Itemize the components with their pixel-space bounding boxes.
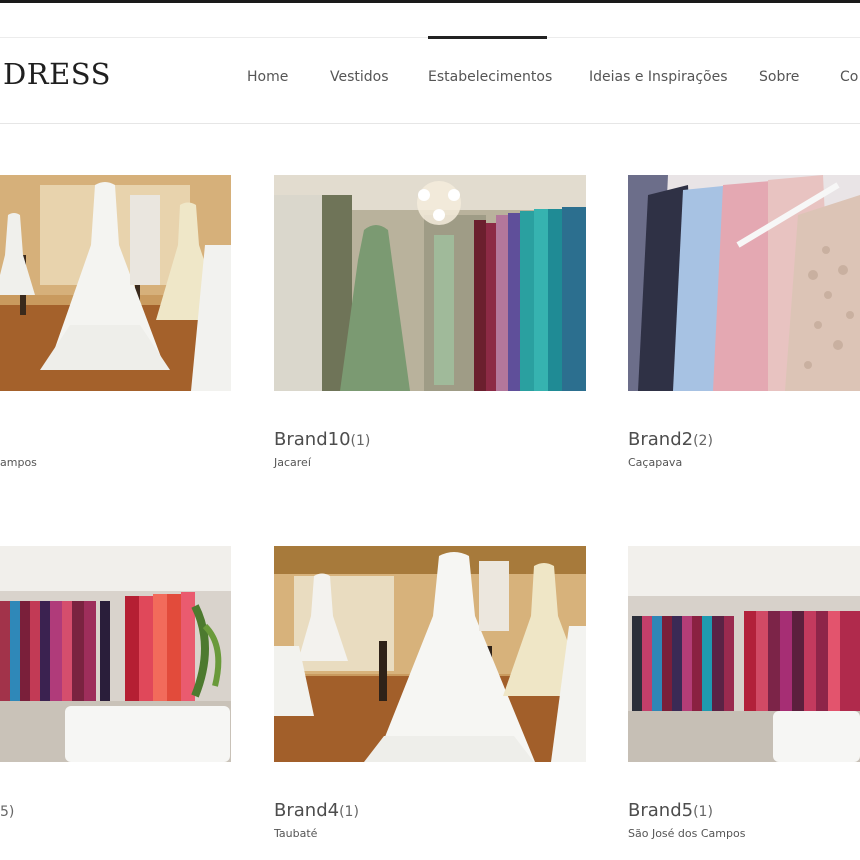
site-logo[interactable]: DRESS bbox=[3, 60, 111, 89]
colorful-dresses-store-image bbox=[628, 546, 860, 762]
store-name[interactable]: Brand10(1) bbox=[274, 431, 370, 449]
store-photo[interactable] bbox=[628, 175, 860, 391]
store-photo[interactable] bbox=[0, 175, 231, 391]
pastel-dresses-rack-image bbox=[628, 175, 860, 391]
store-count: 5) bbox=[0, 804, 15, 820]
nav-contato[interactable]: Co bbox=[840, 70, 858, 84]
store-name[interactable]: 5) bbox=[0, 802, 14, 820]
nav-sobre[interactable]: Sobre bbox=[759, 70, 799, 84]
store-city: Jacareí bbox=[274, 456, 311, 469]
store-city: ampos bbox=[0, 456, 37, 469]
store-name-label: Brand4 bbox=[274, 800, 340, 821]
store-photo[interactable] bbox=[628, 546, 860, 762]
store-name[interactable]: Brand4(1) bbox=[274, 802, 359, 820]
store-city: Taubaté bbox=[274, 827, 318, 840]
store-photo[interactable] bbox=[274, 175, 586, 391]
store-name[interactable]: Brand2(2) bbox=[628, 431, 713, 449]
bridal-showroom-image bbox=[274, 546, 586, 762]
bridal-showroom-image bbox=[0, 175, 231, 391]
store-city: São José dos Campos bbox=[628, 827, 746, 840]
colorful-dresses-store-image bbox=[0, 546, 231, 762]
header-divider-bottom bbox=[0, 123, 860, 124]
nav-estabelecimentos[interactable]: Estabelecimentos bbox=[428, 70, 552, 84]
store-count: (2) bbox=[693, 433, 713, 449]
store-photo[interactable] bbox=[0, 546, 231, 762]
top-accent-bar bbox=[0, 0, 860, 3]
nav-home[interactable]: Home bbox=[247, 70, 288, 84]
store-name-label: Brand2 bbox=[628, 429, 694, 450]
active-nav-indicator bbox=[428, 36, 547, 39]
store-name-label: Brand5 bbox=[628, 800, 694, 821]
store-count: (1) bbox=[339, 804, 359, 820]
store-city: Caçapava bbox=[628, 456, 683, 469]
store-count: (1) bbox=[693, 804, 713, 820]
nav-ideias-inspiracoes[interactable]: Ideias e Inspirações bbox=[589, 70, 727, 84]
nav-vestidos[interactable]: Vestidos bbox=[330, 70, 389, 84]
green-gown-boutique-image bbox=[274, 175, 586, 391]
store-count: (1) bbox=[350, 433, 371, 449]
store-name-label: Brand10 bbox=[274, 429, 351, 450]
store-photo[interactable] bbox=[274, 546, 586, 762]
store-name[interactable]: Brand5(1) bbox=[628, 802, 713, 820]
